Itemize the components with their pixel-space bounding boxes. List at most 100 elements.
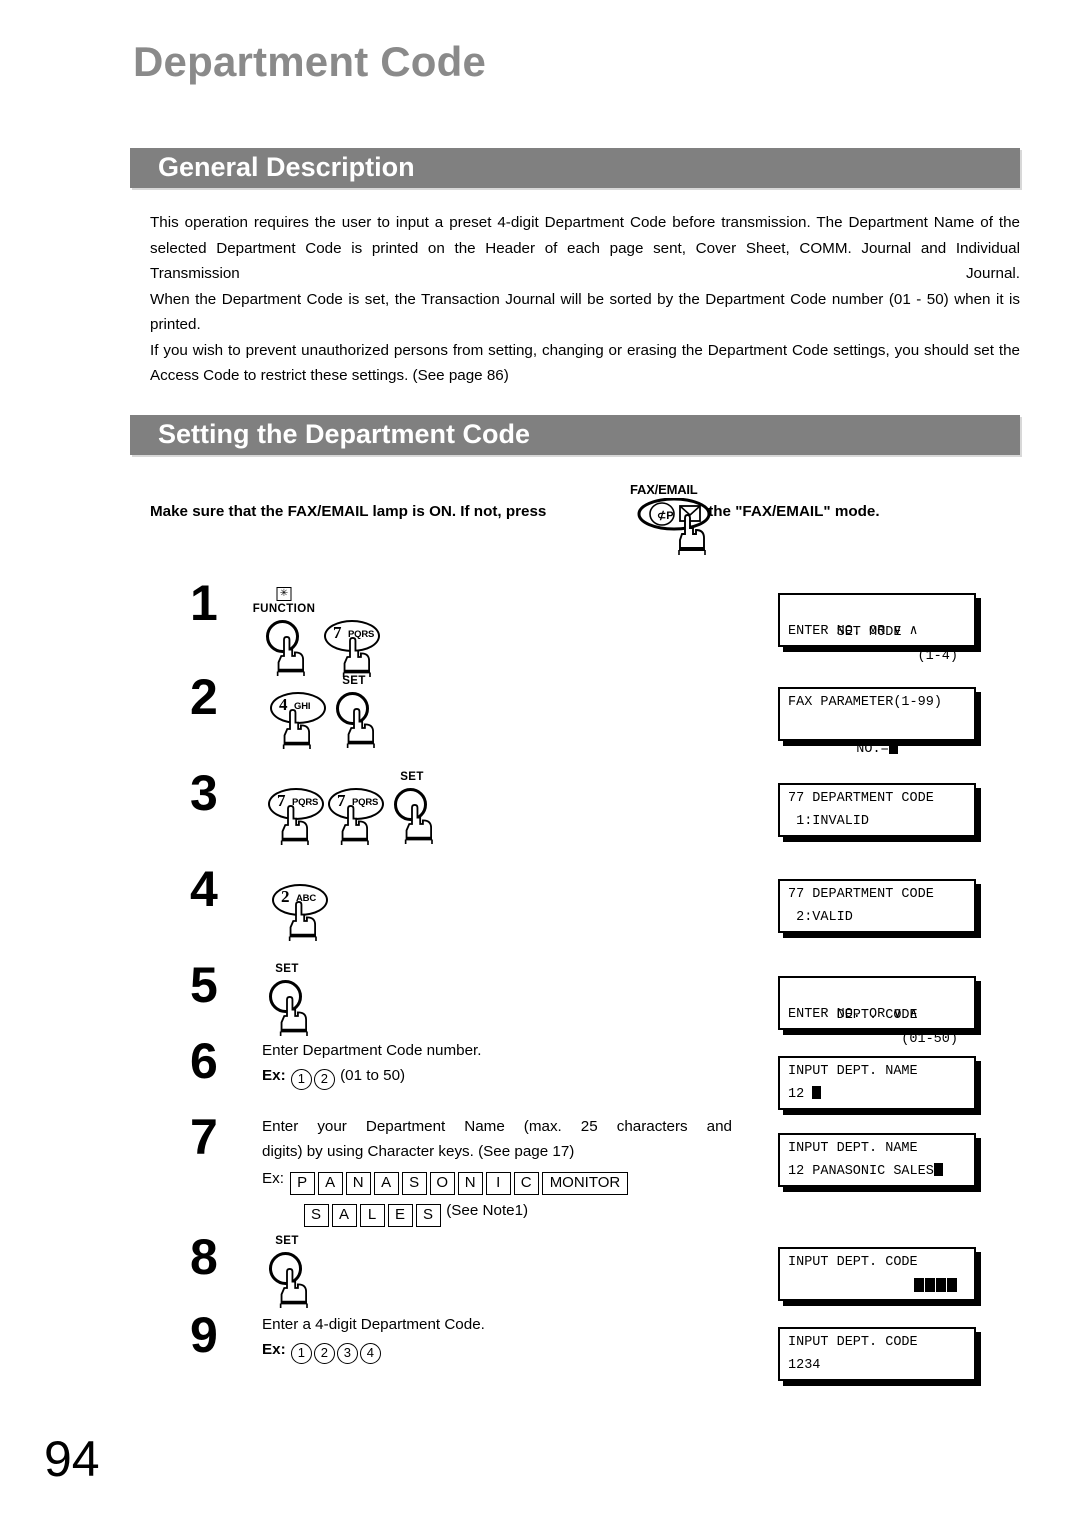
char-key-l[interactable]: L [359,1204,385,1227]
char-key-a2[interactable]: A [373,1172,399,1195]
lcd-line-2-text: 12 PANASONIC SALES [788,1164,934,1179]
pointing-hand-icon [279,996,308,1036]
lcd-line-2: 1234 [788,1358,821,1373]
step-7-example-row-2: SALES (See Note1) [302,1198,732,1227]
lcd-line-1: INPUT DEPT. NAME [788,1141,918,1156]
function-key-label: FUNCTION [252,603,316,615]
char-key-i[interactable]: I [485,1172,511,1195]
lcd-display-step-3: 77 DEPARTMENT CODE 1:INVALID [778,783,976,837]
fax-email-button-slot [546,511,642,512]
page-number: 94 [44,1431,100,1487]
example-suffix: (01 to 50) [340,1067,406,1084]
char-key-s4[interactable]: S [415,1204,441,1227]
set-key-label: SET [275,1235,299,1247]
lcd-display-step-1: SET MODE (1-4) ENTER NO. OR ∨ ∧ [778,593,976,664]
cursor-block-icon [888,741,898,754]
circled-digit-2: 2 [313,1069,335,1090]
circled-digit-4: 4 [359,1343,381,1364]
lcd-line-2: 1:INVALID [788,814,870,829]
set-key-label: SET [342,675,366,687]
lcd-display-step-4: 77 DEPARTMENT CODE 2:VALID [778,879,976,933]
pointing-hand-icon [279,1268,308,1308]
char-key-p[interactable]: P [289,1172,315,1195]
char-key-o[interactable]: O [429,1172,455,1195]
pointing-hand-icon [340,805,369,845]
pointing-hand-icon [280,805,309,845]
lcd-line-2: 2:VALID [788,910,853,925]
circled-digit-1: 1 [290,1069,312,1090]
lamp-note-before-text: Make sure that the FAX/EMAIL lamp is ON.… [150,503,547,520]
lcd-line-1: INPUT DEPT. NAME [788,1064,918,1079]
char-key-n2[interactable]: N [457,1172,483,1195]
circled-digit-3: 3 [336,1343,358,1364]
lcd-display-step-7: INPUT DEPT. NAME 12 PANASONIC SALES [778,1133,976,1187]
char-key-n[interactable]: N [345,1172,371,1195]
circled-digit-1: 1 [290,1343,312,1364]
char-key-a3[interactable]: A [331,1204,357,1227]
paragraph-3: If you wish to prevent unauthorized pers… [150,341,1020,385]
step-number-9: 9 [190,1307,218,1363]
cursor-block-icon [812,1086,822,1099]
step-number-3: 3 [190,765,218,821]
step-6-line-1: Enter Department Code number. [262,1042,482,1059]
step-number-2: 2 [190,669,218,725]
step-9-line-1: Enter a 4-digit Department Code. [262,1316,485,1333]
set-key-label: SET [400,771,424,783]
fax-email-key-label: FAX/EMAIL [630,482,698,497]
monitor-key[interactable]: MONITOR [541,1172,629,1195]
pointing-hand-icon [342,637,371,677]
paragraph-1: This operation requires the user to inpu… [150,214,1020,282]
pointing-hand-icon [282,709,311,749]
char-key-e[interactable]: E [387,1204,413,1227]
step-6-example: Ex: 12 (01 to 50) [262,1063,742,1090]
lcd-line-1: SET MODE (1-4) [788,597,966,693]
step-number-1: 1 [190,575,218,631]
svg-text:⊄P: ⊄P [657,510,674,522]
char-key-c[interactable]: C [513,1172,539,1195]
char-key-s[interactable]: S [401,1172,427,1195]
step-number-4: 4 [190,861,218,917]
lcd-display-step-6: INPUT DEPT. NAME 12 [778,1056,976,1110]
step-9-text: Enter a 4-digit Department Code. Ex: 123… [262,1312,742,1364]
lcd-line-1: FAX PARAMETER(1-99) [788,695,942,710]
lcd-line-1: 77 DEPARTMENT CODE [788,887,934,902]
step-7-line-1: Enter your Department Name (max. 25 char… [262,1118,732,1135]
lcd-line-2: ENTER NO. OR ∨ ∧ [788,1007,918,1022]
page-title: Department Code [133,38,487,85]
step-9-example: Ex: 1234 [262,1337,742,1364]
lcd-display-step-5: DEPT. CODE (01-50) ENTER NO. OR ∨ ∧ [778,976,976,1047]
step-7-example-row-1: Ex: P A N A S O N I C MONITOR [262,1166,732,1195]
step-6-text: Enter Department Code number. Ex: 12 (01… [262,1038,742,1090]
general-description-body: This operation requires the user to inpu… [150,210,1020,389]
lcd-line-2: 12 [788,1083,966,1107]
lcd-line-2-text: 12 [788,1087,813,1102]
lcd-display-step-8: INPUT DEPT. CODE [778,1247,976,1301]
step-number-6: 6 [190,1033,218,1089]
step-number-8: 8 [190,1229,218,1285]
lcd-line-2: ENTER NO. OR ∨ ∧ [788,624,918,639]
circled-digit-2: 2 [313,1343,335,1364]
section-header-setting-the-department-code: Setting the Department Code [130,415,1020,455]
example-label: Ex: [262,1341,286,1358]
example-label: Ex: [262,1067,286,1084]
cursor-blocks-icon [914,1278,958,1292]
cursor-block-icon [933,1163,943,1176]
pointing-hand-icon [276,636,305,676]
fax-email-button-icon[interactable]: ⊄P [636,498,716,558]
lcd-no-equals: NO.= [856,742,889,757]
lcd-line-2: NO.= [788,714,966,786]
char-key-a[interactable]: A [317,1172,343,1195]
lcd-display-step-9: INPUT DEPT. CODE 1234 [778,1327,976,1381]
example-note: (See Note1) [446,1202,529,1219]
lcd-display-step-2: FAX PARAMETER(1-99) NO.= [778,687,976,757]
step-7-line-2: digits) by using Character keys. (See pa… [262,1143,575,1160]
asterisk-icon: ✳ [276,587,292,601]
paragraph-2: When the Department Code is set, the Tra… [150,290,1020,334]
lcd-line-2-center: NO.= [788,738,966,762]
step-number-5: 5 [190,957,218,1013]
lcd-line-1-right: (01-50) [901,1032,958,1047]
lcd-line-2: 12 PANASONIC SALES [788,1160,966,1184]
lcd-line-1-right: (1-4) [917,649,958,664]
lcd-line-1: 77 DEPARTMENT CODE [788,791,934,806]
char-key-s3[interactable]: S [303,1204,329,1227]
